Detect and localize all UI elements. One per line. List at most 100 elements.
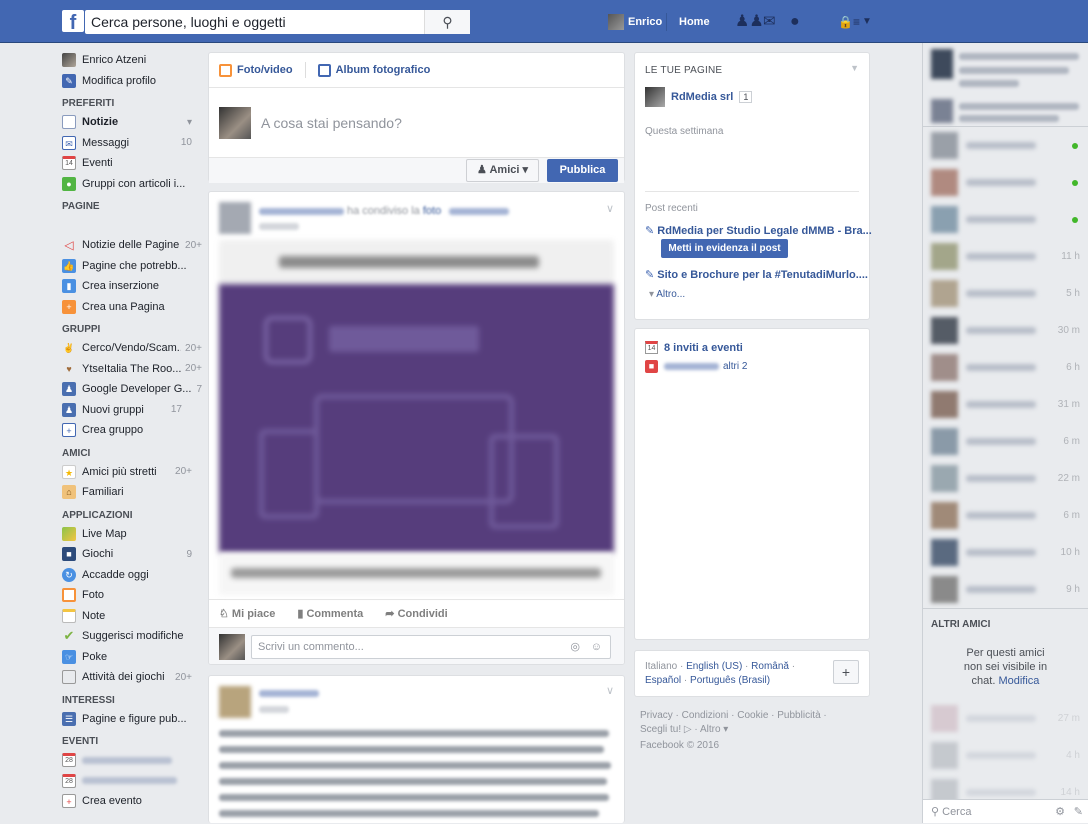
avatar[interactable] [608,14,624,30]
more-link[interactable]: · Altro ▾ [694,724,728,735]
sidebar-item-public-figures[interactable]: ☰ Pagine e figure pub... [62,709,202,730]
page-row[interactable]: RdMedia srl 1 [645,87,753,107]
sidebar-item-new-groups[interactable]: ♟ Nuovi gruppi 17 [62,400,202,421]
sidebar-item-event[interactable]: 28 [62,750,202,771]
friend-name[interactable] [664,363,719,370]
author-name[interactable] [259,208,344,215]
sidebar-item-group[interactable]: ♥ YtseItalia The Roo... 20+ [62,359,202,380]
original-author[interactable] [449,208,509,215]
others-link[interactable]: altri 2 [723,361,747,372]
notifications-globe-icon[interactable]: ● [790,12,800,32]
boost-post-button[interactable]: Metti in evidenza il post [661,239,788,258]
search-input[interactable] [85,10,425,34]
tab-photo-video[interactable]: Foto/video [237,64,293,76]
post-timestamp[interactable] [259,706,289,713]
account-menu-chevron-down-icon[interactable]: ▼ [862,12,872,32]
friend-requests-icon[interactable]: ♟♟ [735,12,764,32]
sidebar-item-games-activity[interactable]: Attività dei giochi 20+ [62,667,202,688]
chat-contact[interactable]: 6 m [923,497,1088,534]
sidebar-item-create-group[interactable]: + Crea gruppo [62,420,202,441]
sidebar-item-events[interactable]: 14 Eventi [62,153,202,174]
sidebar-item-on-this-day[interactable]: ↻ Accadde oggi [62,565,202,586]
page-name[interactable]: RdMedia srl [671,91,733,103]
chat-contact[interactable]: 6 m [923,423,1088,460]
comment-button[interactable]: ▮ Commenta [297,607,363,620]
chat-contact[interactable]: 6 h [923,349,1088,386]
chat-contact[interactable]: 30 m [923,312,1088,349]
home-link[interactable]: Home [679,16,710,28]
camera-icon[interactable]: ◎ [570,636,580,658]
chat-contact[interactable] [923,164,1088,201]
chat-search-input[interactable]: Cerca [942,806,971,818]
chat-contact[interactable]: 9 h [923,571,1088,608]
sidebar-item-family[interactable]: ⌂ Familiari [62,482,202,503]
share-button[interactable]: ➦ Condividi [385,607,447,620]
post-options-chevron-down-icon[interactable]: ∨ [606,202,614,215]
birthday-row[interactable]: ■ altri 2 [645,360,747,373]
new-message-icon[interactable]: ✎ [1074,800,1083,824]
chat-contact[interactable]: 5 h [923,275,1088,312]
sidebar-item-news-feed[interactable]: Notizie ▾ [62,112,202,133]
sidebar-item-suggest-edits[interactable]: ✔ Suggerisci modifiche [62,626,202,647]
post-options-chevron-down-icon[interactable]: ∨ [606,684,614,697]
composer-body[interactable]: A cosa stai pensando? [209,87,624,157]
chat-contact[interactable] [923,127,1088,164]
audience-selector[interactable]: ♟ Amici ▾ [466,159,539,182]
chat-contact[interactable]: 31 m [923,386,1088,423]
sidebar-item-pages-suggested[interactable]: 👍 Pagine che potrebb... [62,256,202,277]
search-icon[interactable]: ⚲ [424,10,470,34]
sidebar-item-group[interactable]: ♟ Google Developer G... 7 [62,379,202,400]
emoji-icon[interactable]: ☺ [591,636,602,658]
sidebar-item-create-ad[interactable]: ▮ Crea inserzione [62,276,202,297]
chat-contact[interactable]: 22 m [923,460,1088,497]
event-invites-row[interactable]: 14 8 inviti a eventi [645,341,743,354]
language-link[interactable]: Română [751,661,789,672]
privacy-lock-icon[interactable]: 🔒≡ [838,12,860,32]
sidebar-item-notes[interactable]: Note [62,606,202,627]
status-input[interactable]: A cosa stai pensando? [261,115,402,131]
ticker-item[interactable] [923,43,1088,95]
chevron-down-icon[interactable]: ▼ [850,63,859,73]
chat-contact[interactable]: 10 h [923,534,1088,571]
ad-choices-link[interactable]: Scegli tu! [640,724,681,735]
footer-policy-links[interactable]: Privacy · Condizioni · Cookie · Pubblici… [640,709,865,723]
recent-post-link[interactable]: ✎ RdMedia per Studio Legale dMMB - Bra..… [645,224,872,237]
more-chevron-down-icon[interactable]: ▾ [187,117,192,128]
messages-icon[interactable]: ✉ [763,12,776,32]
shared-photo[interactable] [219,284,614,553]
chat-contact[interactable]: 11 h [923,238,1088,275]
post-timestamp[interactable] [259,223,299,230]
sidebar-item-messages[interactable]: ✉ Messaggi 10 [62,133,202,154]
comment-input[interactable]: Scrivi un commento... ◎ ☺ [251,634,611,659]
language-link[interactable]: Português (Brasil) [690,675,770,686]
edit-link[interactable]: Modifica [998,675,1039,687]
tab-photo-album[interactable]: Album fotografico [336,64,431,76]
chat-contact[interactable]: 4 h [923,737,1088,774]
like-button[interactable]: ♘ Mi piace [219,607,275,620]
more-link[interactable]: ▾ Altro... [649,289,685,300]
link-caption[interactable] [219,553,614,595]
profile-link[interactable]: Enrico [628,16,662,28]
ticker-item[interactable] [923,95,1088,127]
avatar[interactable] [219,686,251,718]
publish-button[interactable]: Pubblica [547,159,618,182]
avatar[interactable] [219,202,251,234]
gear-icon[interactable]: ⚙ [1055,800,1065,824]
sidebar-item-games[interactable]: ■ Giochi 9 [62,544,202,565]
sidebar-item-live-map[interactable]: Live Map [62,524,202,545]
recent-post-link[interactable]: ✎ Sito e Brochure per la #TenutadiMurlo.… [645,268,868,281]
author-name[interactable] [259,690,319,697]
sidebar-item-close-friends[interactable]: ★ Amici più stretti 20+ [62,462,202,483]
sidebar-item-create-event[interactable]: + Crea evento [62,791,202,812]
sidebar-item-profile[interactable]: Enrico Atzeni [62,50,202,71]
sidebar-item-event[interactable]: 28 [62,771,202,792]
sidebar-item-poke[interactable]: ☞ Poke [62,647,202,668]
add-language-button[interactable]: + [833,660,859,684]
language-link[interactable]: English (US) [686,661,742,672]
sidebar-item-group[interactable]: ✌ Cerco/Vendo/Scam... 20+ [62,338,202,359]
sidebar-item-groups-articles[interactable]: ● Gruppi con articoli i... [62,174,202,195]
chat-contact[interactable] [923,201,1088,238]
chat-search-bar[interactable]: ⚲ Cerca ⚙ ✎ [923,799,1088,823]
sidebar-item-pages-feed[interactable]: ◁ Notizie delle Pagine 20+ [62,235,202,256]
sidebar-item-photos[interactable]: Foto [62,585,202,606]
